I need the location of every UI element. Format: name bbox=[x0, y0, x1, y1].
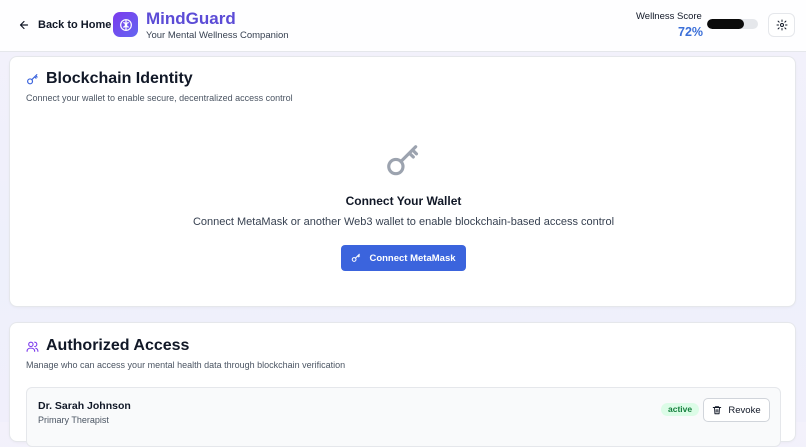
arrow-left-icon bbox=[19, 20, 29, 30]
key-icon bbox=[27, 73, 38, 84]
access-list-item: Dr. Sarah Johnson Primary Therapist acti… bbox=[26, 387, 781, 447]
revoke-label: Revoke bbox=[728, 404, 761, 416]
connect-metamask-label: Connect MetaMask bbox=[369, 252, 456, 264]
trash-icon bbox=[713, 406, 722, 415]
brain-icon bbox=[119, 18, 132, 31]
settings-button[interactable] bbox=[768, 13, 795, 37]
blockchain-identity-card: Blockchain Identity Connect your wallet … bbox=[9, 56, 796, 307]
access-person-role: Primary Therapist bbox=[38, 415, 109, 425]
status-badge: active bbox=[661, 403, 700, 416]
app-name: MindGuard bbox=[146, 9, 236, 28]
wellness-progress-bar bbox=[707, 19, 758, 29]
connect-wallet-description: Connect MetaMask or another Web3 wallet … bbox=[192, 216, 615, 228]
wellness-score-value: 72% bbox=[678, 25, 704, 39]
app-tagline: Your Mental Wellness Companion bbox=[146, 30, 289, 41]
blockchain-identity-title-text: Blockchain Identity bbox=[46, 70, 193, 87]
back-to-home-label: Back to Home bbox=[38, 19, 112, 31]
blockchain-identity-title: Blockchain Identity bbox=[26, 70, 193, 88]
wallet-key-icon bbox=[387, 145, 419, 176]
users-icon bbox=[26, 341, 39, 352]
connect-wallet-heading: Connect Your Wallet bbox=[345, 194, 462, 208]
app-header: Back to Home MindGuard Your Mental Welln… bbox=[0, 0, 806, 52]
authorized-access-card: Authorized Access Manage who can access … bbox=[9, 322, 796, 447]
app-logo bbox=[113, 12, 138, 37]
authorized-access-subtitle: Manage who can access your mental health… bbox=[26, 360, 346, 370]
connect-metamask-button[interactable]: Connect MetaMask bbox=[341, 245, 466, 271]
wellness-score-label: Wellness Score bbox=[636, 11, 702, 22]
key-icon bbox=[352, 253, 361, 262]
gear-icon bbox=[776, 19, 787, 31]
authorized-access-title-text: Authorized Access bbox=[46, 337, 190, 354]
revoke-button[interactable]: Revoke bbox=[703, 398, 770, 422]
wellness-progress-fill bbox=[707, 19, 744, 29]
access-person-name: Dr. Sarah Johnson bbox=[38, 400, 131, 412]
back-to-home-button[interactable]: Back to Home bbox=[12, 14, 117, 36]
authorized-access-title: Authorized Access bbox=[26, 337, 189, 355]
blockchain-identity-subtitle: Connect your wallet to enable secure, de… bbox=[26, 93, 293, 103]
